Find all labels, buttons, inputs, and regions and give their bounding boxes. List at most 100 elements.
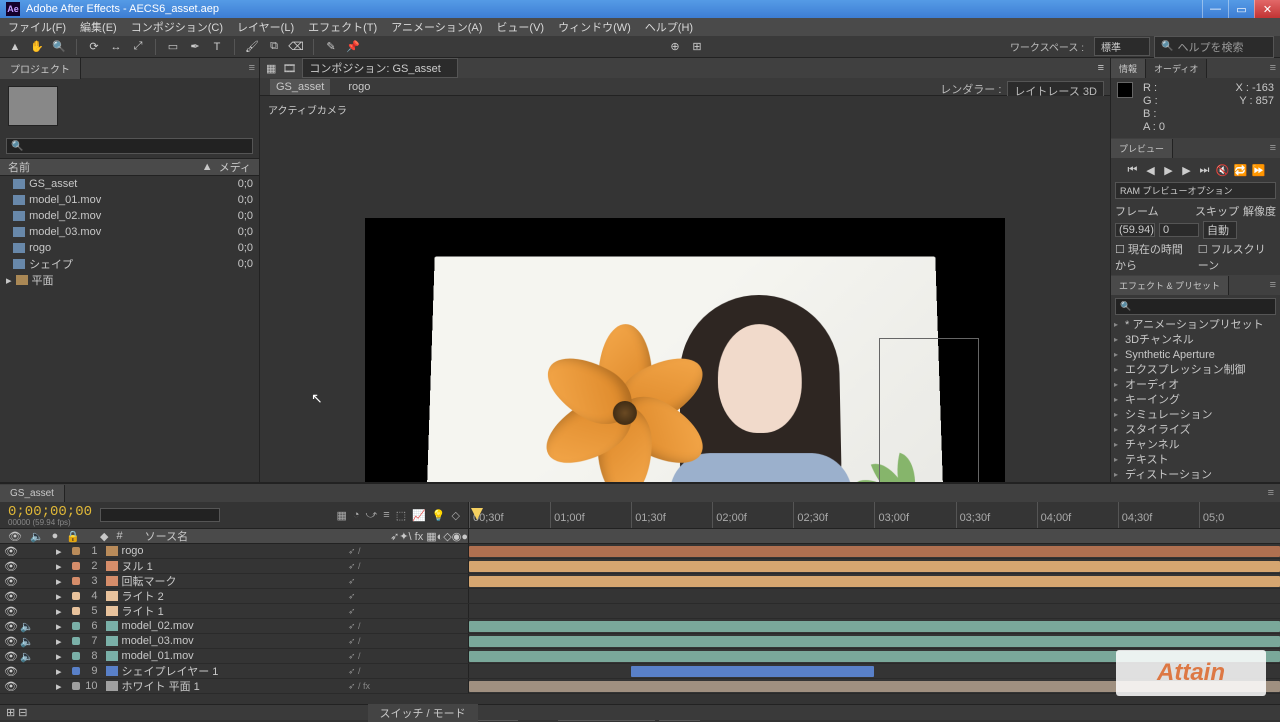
effects-category[interactable]: ディストーション [1111, 468, 1280, 483]
effects-search[interactable]: 🔍 [1115, 298, 1276, 315]
project-item[interactable]: シェイプ0;0 [0, 256, 259, 272]
project-item[interactable]: model_01.mov0;0 [0, 192, 259, 208]
menu-composition[interactable]: コンポジション(C) [131, 19, 223, 35]
visibility-icon[interactable]: 👁 [4, 545, 16, 557]
panel-menu-icon[interactable]: ≡ [249, 62, 255, 74]
puppet-tool[interactable]: 📌 [344, 38, 362, 56]
visibility-icon[interactable]: 👁 [4, 575, 16, 587]
motionblur-icon[interactable]: ⬚ [396, 509, 406, 522]
menu-window[interactable]: ウィンドウ(W) [558, 19, 631, 35]
frameblend-icon[interactable]: ≡ [383, 509, 389, 522]
project-tab[interactable]: プロジェクト [0, 58, 81, 79]
effects-category[interactable]: * アニメーションプリセット [1111, 318, 1280, 333]
timeline-layer-row[interactable]: 👁 ▸ 10 ホワイト 平面 1 ➶ / fx [0, 679, 1280, 694]
pin-icon[interactable]: ▦ [266, 62, 276, 75]
timeline-layer-row[interactable]: 👁 🔈 ▸ 7 model_03.mov ➶ / [0, 634, 1280, 649]
eraser-tool[interactable]: ⌫ [287, 38, 305, 56]
comp-mini-icon[interactable]: ▦ [336, 509, 346, 522]
visibility-icon[interactable]: 👁 [4, 680, 16, 692]
effects-category[interactable]: チャンネル [1111, 438, 1280, 453]
minimize-button[interactable]: — [1202, 0, 1228, 18]
snap-icon[interactable]: ⊞ [688, 38, 706, 56]
audio-tab[interactable]: オーディオ [1146, 59, 1207, 78]
col-source[interactable]: ソース名 [145, 528, 188, 544]
shy-icon[interactable]: ⤻ [366, 509, 378, 522]
fps-input[interactable]: (59.94) [1115, 223, 1155, 237]
clone-tool[interactable]: ⧉ [265, 38, 283, 56]
maximize-button[interactable]: ▭ [1228, 0, 1254, 18]
timeline-layer-row[interactable]: 👁 🔈 ▸ 6 model_02.mov ➶ / [0, 619, 1280, 634]
project-item[interactable]: rogo0;0 [0, 240, 259, 256]
effects-category[interactable]: オーディオ [1111, 378, 1280, 393]
effects-category[interactable]: スタイライズ [1111, 423, 1280, 438]
effects-tab[interactable]: エフェクト & プリセット [1111, 276, 1229, 295]
visibility-icon[interactable]: 👁 [4, 635, 16, 647]
zoom-tool[interactable]: 🔍 [50, 38, 68, 56]
timeline-layer-row[interactable]: 👁 ▸ 1 rogo ➶ / [0, 544, 1280, 559]
loop-button[interactable]: 🔁 [1233, 162, 1249, 178]
comp-selector[interactable]: コンポジション: GS_asset [302, 58, 457, 78]
panel-menu-icon[interactable]: ≡ [1098, 62, 1104, 74]
project-item[interactable]: GS_asset0;0 [0, 176, 259, 192]
dolly-tool[interactable]: ⤢ [129, 38, 147, 56]
visibility-icon[interactable]: 👁 [4, 560, 16, 572]
first-frame-button[interactable]: ⏮ [1125, 162, 1141, 178]
roto-tool[interactable]: ✎ [322, 38, 340, 56]
col-media[interactable]: メディ [219, 159, 251, 175]
visibility-icon[interactable]: 👁 [4, 665, 16, 677]
graph-icon[interactable]: 📈 [412, 509, 426, 522]
timeline-layer-row[interactable]: 👁 ▸ 9 シェイプレイヤー 1 ➶ / [0, 664, 1280, 679]
mute-button[interactable]: 🔇 [1215, 162, 1231, 178]
effects-category[interactable]: エクスプレッション制御 [1111, 363, 1280, 378]
pen-tool[interactable]: ✒ [186, 38, 204, 56]
info-tab[interactable]: 情報 [1111, 59, 1146, 78]
draft3d-icon[interactable]: ◔ [353, 509, 360, 522]
timeline-layer-row[interactable]: 👁 ▸ 4 ライト 2 ➶ [0, 589, 1280, 604]
effects-category[interactable]: キーイング [1111, 393, 1280, 408]
project-item[interactable]: model_02.mov0;0 [0, 208, 259, 224]
pan-camera-tool[interactable]: ↔ [107, 38, 125, 56]
workspace-select[interactable]: 標準 [1094, 37, 1150, 56]
menu-layer[interactable]: レイヤー(L) [237, 19, 294, 35]
effects-category[interactable]: 3Dチャンネル [1111, 333, 1280, 348]
preview-tab[interactable]: プレビュー [1111, 139, 1173, 158]
text-tool[interactable]: T [208, 38, 226, 56]
skip-input[interactable]: 0 [1159, 223, 1199, 237]
timeline-search[interactable] [100, 508, 220, 522]
toggle-switches-icon[interactable]: ⊞ ⊟ [6, 706, 28, 719]
play-button[interactable]: ▶ [1161, 162, 1177, 178]
hand-tool[interactable]: ✋ [28, 38, 46, 56]
brainstorm-icon[interactable]: 💡 [432, 509, 446, 522]
timeline-layer-row[interactable]: 👁 🔈 ▸ 8 model_01.mov ➶ / [0, 649, 1280, 664]
res-input[interactable]: 自動 [1203, 221, 1237, 239]
breadcrumb-sub[interactable]: rogo [348, 81, 370, 93]
switches-mode-toggle[interactable]: スイッチ / モード [368, 704, 478, 722]
timeline-tab[interactable]: GS_asset [0, 485, 65, 502]
menu-effect[interactable]: エフェクト(T) [308, 19, 377, 35]
project-search[interactable]: 🔍 [6, 138, 253, 154]
visibility-icon[interactable]: 👁 [4, 620, 16, 632]
close-button[interactable]: ✕ [1254, 0, 1280, 18]
visibility-icon[interactable]: 👁 [4, 605, 16, 617]
timeline-layer-row[interactable]: 👁 ▸ 2 ヌル 1 ➶ / [0, 559, 1280, 574]
breadcrumb-main[interactable]: GS_asset [270, 79, 330, 95]
brush-tool[interactable]: 🖌 [243, 38, 261, 56]
timeline-layer-row[interactable]: 👁 ▸ 3 回転マーク ➶ [0, 574, 1280, 589]
next-frame-button[interactable]: ▶ [1179, 162, 1195, 178]
axis-icon[interactable]: ⊕ [666, 38, 684, 56]
menu-animation[interactable]: アニメーション(A) [391, 19, 482, 35]
visibility-icon[interactable]: 👁 [4, 650, 16, 662]
menu-edit[interactable]: 編集(E) [80, 19, 117, 35]
orbit-tool[interactable]: ⟳ [85, 38, 103, 56]
visibility-icon[interactable]: 👁 [4, 590, 16, 602]
ram-preview-button[interactable]: ⏩ [1251, 162, 1267, 178]
menu-help[interactable]: ヘルプ(H) [645, 19, 693, 35]
prev-frame-button[interactable]: ◀ [1143, 162, 1159, 178]
selection-tool[interactable]: ▲ [6, 38, 24, 56]
rect-tool[interactable]: ▭ [164, 38, 182, 56]
project-item[interactable]: model_03.mov0;0 [0, 224, 259, 240]
menu-view[interactable]: ビュー(V) [496, 19, 544, 35]
effects-category[interactable]: シミュレーション [1111, 408, 1280, 423]
effects-category[interactable]: Synthetic Aperture [1111, 348, 1280, 363]
col-name[interactable]: 名前 [8, 159, 202, 175]
